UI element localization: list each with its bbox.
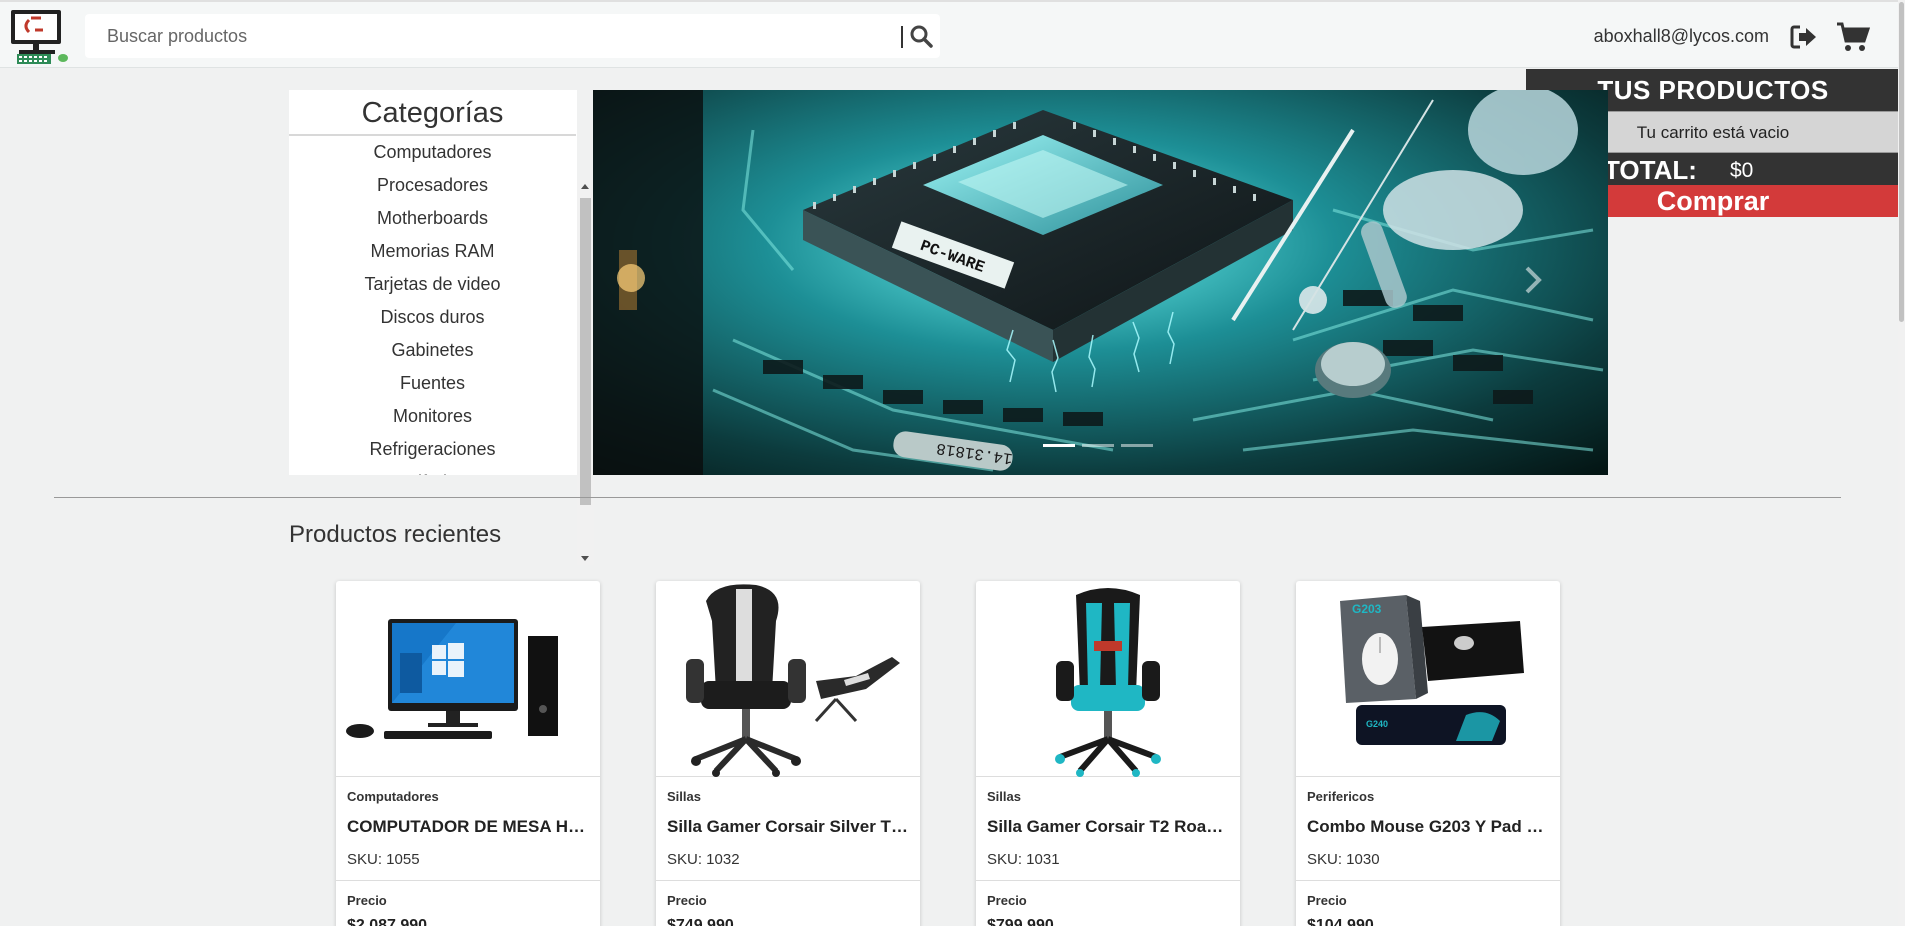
category-tarjetas-de-video[interactable]: Tarjetas de video xyxy=(289,268,576,301)
top-bar: aboxhall8@lycos.com xyxy=(0,0,1905,68)
product-image[interactable]: G203 G240 xyxy=(1296,581,1560,777)
product-sku: SKU: 1032 xyxy=(667,851,740,868)
scroll-down-arrow-icon[interactable] xyxy=(581,556,589,561)
category-memorias-ram[interactable]: Memorias RAM xyxy=(289,235,576,268)
categories-list: Computadores Procesadores Motherboards M… xyxy=(289,136,576,475)
product-card[interactable]: Sillas Silla Gamer Corsair Silver T2 Roa… xyxy=(656,581,920,926)
price-label: Precio xyxy=(987,893,1027,908)
category-gabinetes[interactable]: Gabinetes xyxy=(289,334,576,367)
recent-products-title: Productos recientes xyxy=(289,521,502,548)
product-card[interactable]: Computadores COMPUTADOR DE MESA HP ALL I… xyxy=(336,581,600,926)
category-fuentes[interactable]: Fuentes xyxy=(289,367,576,400)
card-divider xyxy=(336,880,600,881)
cart-icon[interactable] xyxy=(1836,21,1871,53)
search-divider xyxy=(901,26,903,48)
product-name[interactable]: COMPUTADOR DE MESA HP ALL IN ONE xyxy=(347,817,593,837)
product-price: $799.990 xyxy=(987,917,1054,926)
product-price: $2.087.990 xyxy=(347,917,428,926)
product-name[interactable]: Silla Gamer Corsair Silver T2 Road Warri… xyxy=(667,817,913,837)
product-name[interactable]: Silla Gamer Corsair T2 Road Warrior Azul xyxy=(987,817,1233,837)
store-logo[interactable] xyxy=(9,8,71,66)
card-divider xyxy=(1296,880,1560,881)
product-category: Sillas xyxy=(987,789,1021,804)
product-category: Perifericos xyxy=(1307,789,1375,804)
product-sku: SKU: 1055 xyxy=(347,851,420,868)
svg-text:G203: G203 xyxy=(1352,602,1382,616)
logout-icon[interactable] xyxy=(1790,24,1818,50)
category-procesadores[interactable]: Procesadores xyxy=(289,169,576,202)
user-email[interactable]: aboxhall8@lycos.com xyxy=(1594,26,1769,47)
product-name[interactable]: Combo Mouse G203 Y Pad Logitech xyxy=(1307,817,1553,837)
carousel-indicator-2[interactable] xyxy=(1082,444,1114,447)
product-image[interactable] xyxy=(656,581,920,777)
categories-title: Categorías xyxy=(289,90,576,136)
page-scrollbar[interactable] xyxy=(1898,0,1905,926)
page-scroll-thumb[interactable] xyxy=(1899,2,1904,322)
price-label: Precio xyxy=(1307,893,1347,908)
product-image[interactable] xyxy=(336,581,600,777)
categories-scrollbar[interactable] xyxy=(577,180,594,565)
carousel-indicator-3[interactable] xyxy=(1121,444,1153,447)
category-monitores[interactable]: Monitores xyxy=(289,400,576,433)
category-discos-duros[interactable]: Discos duros xyxy=(289,301,576,334)
product-image[interactable] xyxy=(976,581,1240,777)
search-input[interactable] xyxy=(85,14,900,58)
price-label: Precio xyxy=(667,893,707,908)
product-sku: SKU: 1030 xyxy=(1307,851,1380,868)
product-price: $749.990 xyxy=(667,917,734,926)
categories-panel: Categorías Computadores Procesadores Mot… xyxy=(289,90,594,565)
categories-scroll-thumb[interactable] xyxy=(580,198,591,505)
search-icon[interactable] xyxy=(905,20,937,52)
product-category: Sillas xyxy=(667,789,701,804)
card-divider xyxy=(976,880,1240,881)
cart-total-label: TOTAL: xyxy=(1604,155,1697,185)
category-refrigeraciones[interactable]: Refrigeraciones xyxy=(289,433,576,466)
price-label: Precio xyxy=(347,893,387,908)
card-divider xyxy=(656,880,920,881)
cart-total-value: $0 xyxy=(1730,159,1754,182)
product-card[interactable]: Sillas Silla Gamer Corsair T2 Road Warri… xyxy=(976,581,1240,926)
section-divider xyxy=(54,497,1841,498)
category-motherboards[interactable]: Motherboards xyxy=(289,202,576,235)
hero-carousel[interactable]: PC-WARE 14.31818 xyxy=(593,90,1608,475)
product-price: $104.990 xyxy=(1307,917,1374,926)
category-perifericos[interactable]: Perifericos xyxy=(289,466,576,475)
carousel-indicator-1[interactable] xyxy=(1043,444,1075,447)
product-category: Computadores xyxy=(347,789,439,804)
carousel-next-chevron-icon[interactable] xyxy=(1513,260,1553,300)
svg-text:G240: G240 xyxy=(1366,719,1388,729)
category-computadores[interactable]: Computadores xyxy=(289,136,576,169)
product-sku: SKU: 1031 xyxy=(987,851,1060,868)
carousel-image: PC-WARE 14.31818 xyxy=(593,90,1608,475)
product-card[interactable]: G203 G240 Perifericos Combo Mouse G203 Y… xyxy=(1296,581,1560,926)
search-box xyxy=(85,14,940,58)
scroll-up-arrow-icon[interactable] xyxy=(581,184,589,189)
